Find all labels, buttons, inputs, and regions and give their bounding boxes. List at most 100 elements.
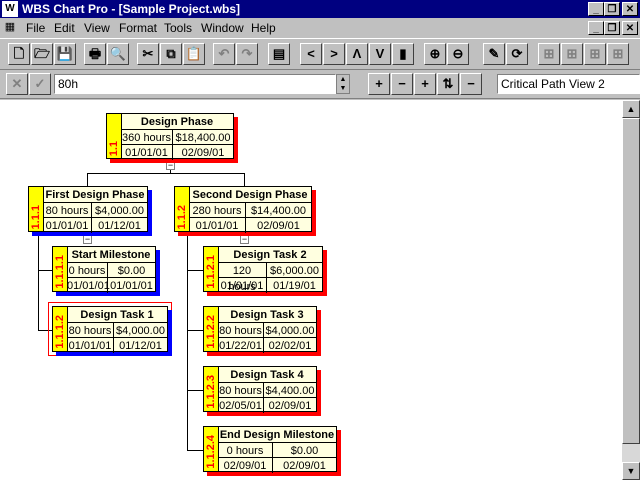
- node-start[interactable]: 01/01/01: [43, 217, 92, 233]
- spinner-icon[interactable]: ▲ ▼: [336, 74, 350, 94]
- layout-3-icon[interactable]: ⊞: [584, 43, 606, 65]
- node-name[interactable]: Design Task 1: [67, 307, 167, 323]
- restore-button[interactable]: ❐: [604, 2, 620, 16]
- node-start[interactable]: 01/22/01: [218, 337, 264, 353]
- node-finish[interactable]: 01/12/01: [92, 217, 147, 233]
- cancel-edit-icon[interactable]: ✕: [6, 73, 28, 95]
- paste-icon[interactable]: 📋: [183, 43, 205, 65]
- collapse-icon[interactable]: −: [460, 73, 482, 95]
- node-cost[interactable]: $0.00: [273, 442, 336, 458]
- node-start[interactable]: 02/05/01: [218, 397, 264, 413]
- node-work[interactable]: 0 hours: [67, 262, 108, 278]
- node-name[interactable]: Start Milestone: [67, 247, 155, 263]
- node-name[interactable]: End Design Milestone: [218, 427, 336, 443]
- node-cost[interactable]: $4,000.00: [114, 322, 167, 338]
- properties-icon[interactable]: ▤: [268, 43, 290, 65]
- wbs-node[interactable]: 1.1.2.3 Design Task 4 80 hours $4,400.00 02/…: [203, 366, 321, 416]
- node-work[interactable]: 80 hours: [218, 322, 264, 338]
- app-icon[interactable]: W: [2, 1, 18, 17]
- collapse-toggle[interactable]: −: [83, 235, 92, 244]
- node-finish[interactable]: 02/09/01: [273, 457, 336, 473]
- scroll-down-icon[interactable]: ▼: [622, 462, 640, 480]
- node-start[interactable]: 01/01/01: [121, 144, 173, 160]
- node-name[interactable]: Second Design Phase: [189, 187, 311, 203]
- add-node-icon[interactable]: +: [368, 73, 390, 95]
- node-work[interactable]: 0 hours: [218, 442, 273, 458]
- node-work[interactable]: 360 hours: [121, 129, 173, 145]
- node-start[interactable]: 01/01/01: [218, 277, 267, 293]
- tools-icon[interactable]: ✎: [483, 43, 505, 65]
- layout-1-icon[interactable]: ⊞: [538, 43, 560, 65]
- zoom-in-icon[interactable]: ⊕: [424, 43, 446, 65]
- menu-edit[interactable]: Edit: [54, 21, 75, 35]
- node-cost[interactable]: $4,000.00: [264, 322, 316, 338]
- layout-2-icon[interactable]: ⊞: [561, 43, 583, 65]
- cut-icon[interactable]: ✂: [137, 43, 159, 65]
- node-start[interactable]: 02/09/01: [218, 457, 273, 473]
- node-cost[interactable]: $4,000.00: [92, 202, 147, 218]
- menu-format[interactable]: Format: [119, 21, 157, 35]
- node-work[interactable]: 120 hours: [218, 262, 267, 293]
- scroll-thumb[interactable]: [622, 118, 640, 444]
- node-work[interactable]: 280 hours: [189, 202, 246, 218]
- node-work[interactable]: 80 hours: [218, 382, 264, 398]
- node-work[interactable]: 80 hours: [43, 202, 92, 218]
- wbs-node[interactable]: 1.1.2 Second Design Phase 280 hours $14,400…: [174, 186, 316, 236]
- node-finish[interactable]: 01/12/01: [114, 337, 167, 353]
- doc-restore-button[interactable]: ❐: [604, 21, 620, 35]
- wbs-node[interactable]: 1.1.1.1 Start Milestone 0 hours $0.00 01/01/…: [52, 246, 160, 296]
- scroll-up-icon[interactable]: ▲: [622, 100, 640, 118]
- zoom-out-icon[interactable]: ⊖: [447, 43, 469, 65]
- remove-node-icon[interactable]: −: [391, 73, 413, 95]
- redo-icon[interactable]: ↷: [236, 43, 258, 65]
- copy-icon[interactable]: ⧉: [160, 43, 182, 65]
- node-start[interactable]: 01/01/01: [67, 277, 110, 293]
- node-finish[interactable]: 02/09/01: [173, 144, 233, 160]
- wbs-node[interactable]: 1.1 Design Phase 360 hours $18,400.00 01/01/…: [106, 113, 238, 163]
- node-finish[interactable]: 01/19/01: [267, 277, 322, 293]
- wbs-node[interactable]: 1.1.2.4 End Design Milestone 0 hours $0.00 0…: [203, 426, 341, 476]
- document-icon[interactable]: ▦: [2, 19, 18, 35]
- view-selector[interactable]: Critical Path View 2: [497, 74, 640, 94]
- new-icon[interactable]: 🗋: [8, 43, 30, 65]
- menu-view[interactable]: View: [84, 21, 110, 35]
- node-name[interactable]: Design Task 4: [218, 367, 316, 383]
- doc-minimize-button[interactable]: _: [588, 21, 604, 35]
- node-start[interactable]: 01/01/01: [189, 217, 246, 233]
- minimize-button[interactable]: _: [588, 2, 604, 16]
- wbs-node[interactable]: 1.1.1 First Design Phase 80 hours $4,000.00…: [28, 186, 152, 236]
- node-work[interactable]: 80 hours: [67, 322, 114, 338]
- undo-icon[interactable]: ↶: [213, 43, 235, 65]
- node-name[interactable]: Design Task 2: [218, 247, 322, 263]
- node-cost[interactable]: $0.00: [108, 262, 155, 278]
- node-cost[interactable]: $18,400.00: [173, 129, 233, 145]
- lock-icon[interactable]: ▮: [392, 43, 414, 65]
- node-cost[interactable]: $6,000.00: [267, 262, 322, 278]
- node-name[interactable]: First Design Phase: [43, 187, 147, 203]
- wbs-node[interactable]: 1.1.2.2 Design Task 3 80 hours $4,000.00 01/…: [203, 306, 321, 356]
- vertical-scrollbar[interactable]: ▲ ▼: [622, 100, 640, 480]
- cell-edit-input[interactable]: 80h: [54, 74, 336, 94]
- menu-help[interactable]: Help: [251, 21, 276, 35]
- menu-window[interactable]: Window: [201, 21, 244, 35]
- expand-icon[interactable]: ⇅: [437, 73, 459, 95]
- move-down-icon[interactable]: V: [369, 43, 391, 65]
- node-start[interactable]: 01/01/01: [67, 337, 114, 353]
- add-child-icon[interactable]: +: [414, 73, 436, 95]
- node-finish[interactable]: 02/02/01: [264, 337, 316, 353]
- move-left-icon[interactable]: <: [300, 43, 322, 65]
- menu-file[interactable]: File: [26, 21, 45, 35]
- node-finish[interactable]: 02/09/01: [264, 397, 316, 413]
- save-icon[interactable]: 💾: [54, 43, 76, 65]
- node-cost[interactable]: $4,400.00: [264, 382, 316, 398]
- doc-close-button[interactable]: ✕: [622, 21, 638, 35]
- node-cost[interactable]: $14,400.00: [246, 202, 311, 218]
- close-button[interactable]: ✕: [622, 2, 638, 16]
- print-preview-icon[interactable]: 🔍: [107, 43, 129, 65]
- wbs-node[interactable]: 1.1.2.1 Design Task 2 120 hours $6,000.00 01…: [203, 246, 327, 296]
- wbs-canvas[interactable]: − − − 1.1 Design Phase 360 hours $18,400.00…: [0, 100, 622, 480]
- print-icon[interactable]: 🖶: [84, 43, 106, 65]
- wbs-node[interactable]: 1.1.1.2 Design Task 1 80 hours $4,000.00 01/…: [52, 306, 172, 356]
- menu-tools[interactable]: Tools: [164, 21, 192, 35]
- node-finish[interactable]: 01/01/01: [108, 277, 155, 293]
